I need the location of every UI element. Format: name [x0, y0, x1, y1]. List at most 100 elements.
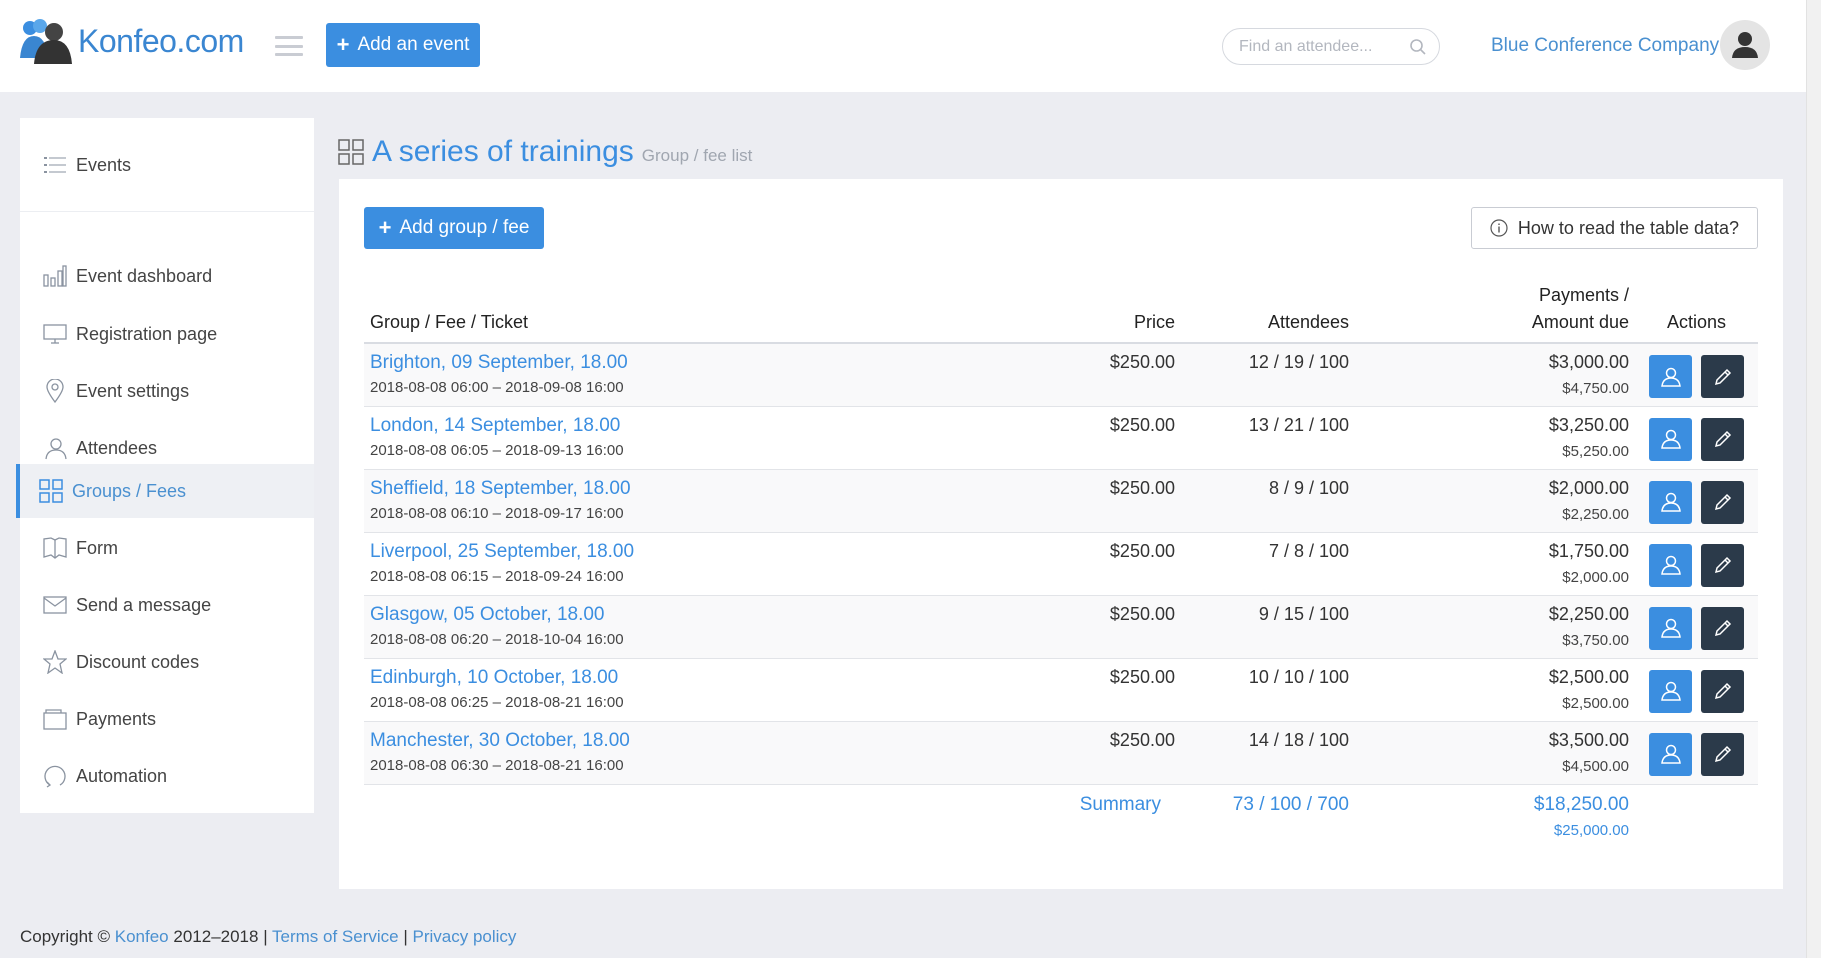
footer-separator: | — [403, 927, 408, 946]
column-header-actions: Actions — [1635, 282, 1758, 344]
group-cell: London, 14 September, 18.00 2018-08-08 0… — [364, 406, 1054, 470]
how-to-read-button[interactable]: How to read the table data? — [1471, 207, 1758, 249]
user-icon — [1660, 618, 1681, 638]
sidebar-item-automation[interactable]: Automation — [20, 749, 314, 803]
actions-cell — [1635, 469, 1758, 533]
privacy-link[interactable]: Privacy policy — [413, 927, 517, 946]
column-header-payments-line2: Amount due — [1531, 312, 1629, 332]
edit-group-button[interactable] — [1701, 543, 1744, 587]
edit-group-button[interactable] — [1701, 606, 1744, 650]
edit-group-button[interactable] — [1701, 355, 1744, 398]
group-name-link[interactable]: Sheffield, 18 September, 18.00 — [370, 478, 1048, 500]
group-name-link[interactable]: Edinburgh, 10 October, 18.00 — [370, 667, 1048, 689]
group-name-link[interactable]: Manchester, 30 October, 18.00 — [370, 730, 1048, 752]
sidebar-item-payments[interactable]: Payments — [20, 692, 314, 746]
logo[interactable]: Konfeo.com — [20, 18, 244, 64]
user-icon — [1660, 492, 1681, 512]
wallet-icon — [42, 706, 68, 732]
summary-payment-total[interactable]: $18,250.00 — [1506, 794, 1629, 816]
edit-group-button[interactable] — [1701, 669, 1744, 713]
sidebar-item-send-message[interactable]: Send a message — [20, 578, 314, 632]
edit-group-button[interactable] — [1701, 732, 1744, 776]
view-attendees-button[interactable] — [1649, 355, 1692, 398]
group-name-link[interactable]: London, 14 September, 18.00 — [370, 415, 1048, 437]
view-attendees-button[interactable] — [1649, 480, 1692, 524]
sidebar-item-label: Registration page — [76, 323, 218, 344]
add-group-button[interactable]: + Add group / fee — [364, 207, 544, 249]
payments-cell: $3,250.00 $5,250.00 — [1355, 406, 1635, 470]
actions-cell — [1635, 532, 1758, 596]
summary-attendees[interactable]: 73 / 100 / 700 — [1181, 784, 1355, 844]
group-cell: Brighton, 09 September, 18.00 2018-08-08… — [364, 343, 1054, 407]
sidebar-item-form[interactable]: Form — [20, 521, 314, 575]
payment-amount: $2,000.00 — [1548, 477, 1629, 498]
group-cell: Liverpool, 25 September, 18.00 2018-08-0… — [364, 532, 1054, 596]
sidebar: Events Event dashboard Registration page… — [16, 118, 314, 813]
group-name-link[interactable]: Liverpool, 25 September, 18.00 — [370, 541, 1048, 563]
price-cell: $250.00 — [1054, 595, 1181, 659]
search-icon[interactable] — [1409, 38, 1427, 56]
view-attendees-button[interactable] — [1649, 669, 1692, 713]
column-header-price[interactable]: Price — [1054, 282, 1181, 344]
table-row: Glasgow, 05 October, 18.00 2018-08-08 06… — [364, 595, 1758, 659]
group-cell: Edinburgh, 10 October, 18.00 2018-08-08 … — [364, 658, 1054, 722]
sidebar-item-events[interactable]: Events — [20, 138, 314, 192]
sidebar-item-label: Event dashboard — [76, 265, 213, 286]
group-dates: 2018-08-08 06:15 – 2018-09-24 16:00 — [370, 567, 624, 585]
sidebar-item-event-dashboard[interactable]: Event dashboard — [20, 249, 314, 303]
view-attendees-button[interactable] — [1649, 606, 1692, 650]
plus-icon: + — [336, 32, 350, 57]
table-row: Edinburgh, 10 October, 18.00 2018-08-08 … — [364, 658, 1758, 722]
sidebar-top: Events — [20, 118, 314, 212]
grid-icon — [338, 139, 364, 165]
company-name[interactable]: Blue Conference Company — [1491, 35, 1719, 57]
view-attendees-button[interactable] — [1649, 543, 1692, 587]
attendees-cell: 7 / 8 / 100 — [1181, 532, 1355, 596]
sidebar-item-registration-page[interactable]: Registration page — [20, 307, 314, 361]
attendees-cell: 9 / 15 / 100 — [1181, 595, 1355, 659]
group-name-link[interactable]: Brighton, 09 September, 18.00 — [370, 352, 1048, 374]
footer-brand-link[interactable]: Konfeo — [115, 927, 169, 946]
summary-label[interactable]: Summary — [364, 784, 1181, 844]
group-name-link[interactable]: Glasgow, 05 October, 18.00 — [370, 604, 1048, 626]
terms-link[interactable]: Terms of Service — [272, 927, 399, 946]
book-icon — [42, 535, 68, 561]
column-header-payments[interactable]: Payments / Amount due — [1355, 282, 1635, 344]
attendees-cell: 13 / 21 / 100 — [1181, 406, 1355, 470]
group-cell: Sheffield, 18 September, 18.00 2018-08-0… — [364, 469, 1054, 533]
payments-cell: $2,250.00 $3,750.00 — [1355, 595, 1635, 659]
view-attendees-button[interactable] — [1649, 732, 1692, 776]
sidebar-item-discount-codes[interactable]: Discount codes — [20, 635, 314, 689]
column-header-attendees[interactable]: Attendees — [1181, 282, 1355, 344]
footer: Copyright © Konfeo 2012–2018 | Terms of … — [20, 927, 516, 947]
amount-due: $4,750.00 — [1562, 380, 1629, 397]
column-header-group[interactable]: Group / Fee / Ticket — [364, 282, 1054, 344]
main-panel: + Add group / fee How to read the table … — [339, 179, 1783, 889]
search-input[interactable] — [1239, 29, 1409, 64]
edit-group-button[interactable] — [1701, 480, 1744, 524]
summary-row: Summary 73 / 100 / 700 $18,250.00 $25,00… — [364, 784, 1758, 844]
sidebar-item-groups-fees[interactable]: Groups / Fees — [16, 464, 314, 518]
sidebar-item-event-settings[interactable]: Event settings — [20, 364, 314, 418]
refresh-icon — [42, 763, 68, 789]
amount-due: $5,250.00 — [1562, 442, 1629, 460]
plus-icon: + — [378, 215, 392, 240]
user-icon — [1660, 555, 1681, 575]
view-attendees-button[interactable] — [1649, 417, 1692, 461]
summary-payments: $18,250.00 $25,000.00 — [1355, 784, 1635, 844]
monitor-icon — [42, 321, 68, 347]
footer-copyright: Copyright © — [20, 927, 111, 946]
payments-cell: $3,000.00 $4,750.00 — [1355, 343, 1635, 407]
attendees-cell: 10 / 10 / 100 — [1181, 658, 1355, 722]
menu-toggle-icon[interactable] — [275, 36, 303, 56]
logo-text: Konfeo.com — [78, 22, 244, 59]
edit-group-button[interactable] — [1701, 417, 1744, 461]
add-event-button[interactable]: + Add an event — [326, 23, 480, 67]
payment-amount: $3,250.00 — [1548, 414, 1629, 435]
vertical-scrollbar[interactable] — [1806, 0, 1821, 958]
summary-amount-due[interactable]: $25,000.00 — [1506, 822, 1629, 839]
pencil-icon — [1714, 493, 1731, 511]
avatar[interactable] — [1720, 20, 1770, 70]
page-title[interactable]: A series of trainings — [372, 135, 634, 169]
table-header-row: Group / Fee / Ticket Price Attendees Pay… — [364, 282, 1758, 344]
